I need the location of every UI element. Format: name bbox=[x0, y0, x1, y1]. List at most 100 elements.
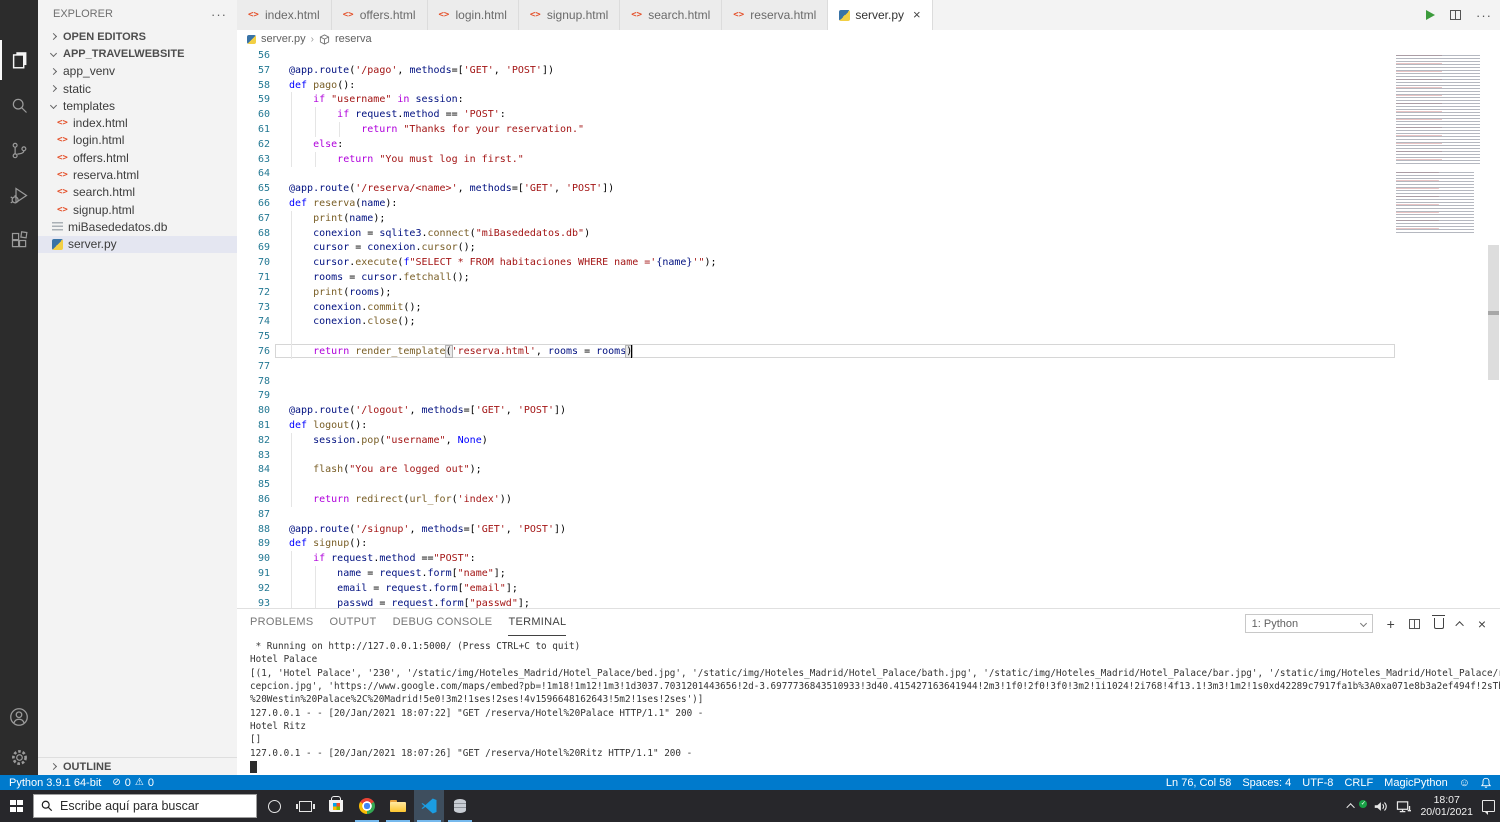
taskbar-app-chrome[interactable] bbox=[352, 790, 382, 822]
problems-status[interactable]: ⊘ 0 ⚠ 0 bbox=[112, 777, 154, 789]
code-line-67[interactable]: 67 print(name); bbox=[237, 210, 1500, 226]
volume-icon[interactable] bbox=[1373, 800, 1388, 813]
code-line-87[interactable]: 87 bbox=[237, 507, 1500, 522]
code-line-85[interactable]: 85 bbox=[237, 477, 1500, 493]
tab-login.html[interactable]: <> login.html bbox=[427, 0, 519, 30]
code-line-90[interactable]: 90 if request.method =="POST": bbox=[237, 551, 1500, 567]
sidebar-item-offers.html[interactable]: <> offers.html bbox=[38, 149, 237, 166]
sidebar-item-static[interactable]: static bbox=[38, 80, 237, 97]
feedback-smiley-icon[interactable]: ☺ bbox=[1459, 777, 1470, 789]
panel-tab-debug-console[interactable]: DEBUG CONSOLE bbox=[393, 609, 493, 636]
explorer-icon[interactable] bbox=[0, 40, 38, 80]
code-line-76[interactable]: 76 return render_template('reserva.html'… bbox=[237, 344, 1500, 359]
split-terminal-icon[interactable] bbox=[1408, 618, 1420, 629]
code-line-68[interactable]: 68 conexion = sqlite3.connect("miBaseded… bbox=[237, 225, 1500, 241]
taskbar-app-vscode[interactable] bbox=[414, 790, 444, 822]
status-item-spaces[interactable]: Spaces: 4 bbox=[1242, 777, 1291, 789]
tab-server.py[interactable]: server.py × bbox=[828, 0, 933, 30]
settings-gear-icon[interactable] bbox=[0, 737, 38, 777]
code-line-62[interactable]: 62 else: bbox=[237, 136, 1500, 152]
code-line-89[interactable]: 89 def signup(): bbox=[237, 536, 1500, 551]
panel-tab-terminal[interactable]: TERMINAL bbox=[508, 609, 567, 636]
tab-signup.html[interactable]: <> signup.html bbox=[518, 0, 621, 30]
code-line-71[interactable]: 71 rooms = cursor.fetchall(); bbox=[237, 270, 1500, 285]
sidebar-item-app_venv[interactable]: app_venv bbox=[38, 63, 237, 80]
open-editors-section[interactable]: OPEN EDITORS bbox=[38, 28, 237, 45]
code-line-93[interactable]: 93 passwd = request.form["passwd"]; bbox=[237, 595, 1500, 608]
code-line-84[interactable]: 84 flash("You are logged out"); bbox=[237, 462, 1500, 478]
sidebar-item-miBasededatos.db[interactable]: miBasededatos.db bbox=[38, 218, 237, 235]
code-line-79[interactable]: 79 bbox=[237, 388, 1500, 403]
start-button[interactable] bbox=[0, 790, 33, 822]
tab-offers.html[interactable]: <> offers.html bbox=[331, 0, 428, 30]
sidebar-item-reserva.html[interactable]: <> reserva.html bbox=[38, 166, 237, 183]
taskbar-app-cortana[interactable] bbox=[259, 790, 289, 822]
notifications-bell-icon[interactable] bbox=[1481, 777, 1491, 788]
tab-index.html[interactable]: <> index.html bbox=[237, 0, 332, 30]
taskbar-app-store[interactable] bbox=[321, 790, 351, 822]
code-line-66[interactable]: 66 def reserva(name): bbox=[237, 196, 1500, 211]
hidden-icons-chevron-icon[interactable] bbox=[1346, 803, 1356, 812]
taskbar-clock[interactable]: 18:07 20/01/2021 bbox=[1420, 794, 1473, 818]
code-line-75[interactable]: 75 bbox=[237, 329, 1500, 345]
terminal-shell-selector[interactable]: 1: Python bbox=[1244, 614, 1373, 633]
code-line-82[interactable]: 82 session.pop("username", None) bbox=[237, 432, 1500, 448]
code-line-83[interactable]: 83 bbox=[237, 447, 1500, 463]
status-item-magicpython[interactable]: MagicPython bbox=[1384, 777, 1448, 789]
run-python-file-icon[interactable] bbox=[1426, 10, 1435, 20]
code-line-77[interactable]: 77 bbox=[237, 359, 1500, 374]
code-line-92[interactable]: 92 email = request.form["email"]; bbox=[237, 580, 1500, 596]
explorer-more-actions-icon[interactable]: ··· bbox=[211, 7, 227, 22]
code-line-61[interactable]: 61 return "Thanks for your reservation." bbox=[237, 122, 1500, 137]
kill-terminal-icon[interactable] bbox=[1432, 615, 1446, 629]
action-center-icon[interactable] bbox=[1482, 800, 1495, 815]
panel-tab-output[interactable]: OUTPUT bbox=[330, 609, 377, 636]
status-item-crlf[interactable]: CRLF bbox=[1344, 777, 1373, 789]
code-line-74[interactable]: 74 conexion.close(); bbox=[237, 314, 1500, 330]
maximize-panel-icon[interactable] bbox=[1455, 620, 1464, 630]
code-line-73[interactable]: 73 conexion.commit(); bbox=[237, 299, 1500, 315]
run-debug-icon[interactable] bbox=[0, 175, 38, 215]
terminal-output[interactable]: * Running on http://127.0.0.1:5000/ (Pre… bbox=[250, 640, 1500, 775]
breadcrumb-file[interactable]: server.py bbox=[261, 33, 306, 45]
panel-tab-problems[interactable]: PROBLEMS bbox=[250, 609, 314, 636]
sidebar-item-templates[interactable]: templates bbox=[38, 97, 237, 114]
close-tab-icon[interactable]: × bbox=[913, 8, 921, 21]
code-line-88[interactable]: 88 @app.route('/signup', methods=['GET', … bbox=[237, 522, 1500, 537]
code-line-57[interactable]: 57 @app.route('/pago', methods=['GET', 'P… bbox=[237, 63, 1500, 78]
search-icon[interactable] bbox=[0, 85, 38, 125]
tab-search.html[interactable]: <> search.html bbox=[620, 0, 723, 30]
code-line-78[interactable]: 78 bbox=[237, 374, 1500, 389]
status-item-utf8[interactable]: UTF-8 bbox=[1302, 777, 1333, 789]
code-editor[interactable]: 56 57 @app.route('/pago', methods=['GET', … bbox=[237, 48, 1500, 608]
code-line-59[interactable]: 59 if "username" in session: bbox=[237, 92, 1500, 108]
code-line-72[interactable]: 72 print(rooms); bbox=[237, 284, 1500, 300]
code-line-80[interactable]: 80 @app.route('/logout', methods=['GET', … bbox=[237, 403, 1500, 418]
account-icon[interactable] bbox=[0, 697, 38, 737]
extensions-icon[interactable] bbox=[0, 220, 38, 260]
status-item-ln[interactable]: Ln 76, Col 58 bbox=[1166, 777, 1231, 789]
sidebar-item-index.html[interactable]: <> index.html bbox=[38, 114, 237, 131]
new-terminal-icon[interactable]: + bbox=[1387, 617, 1395, 631]
code-line-91[interactable]: 91 name = request.form["name"]; bbox=[237, 566, 1500, 581]
code-line-60[interactable]: 60 if request.method == 'POST': bbox=[237, 107, 1500, 123]
close-panel-icon[interactable]: × bbox=[1478, 617, 1486, 631]
taskbar-app-database[interactable] bbox=[445, 790, 475, 822]
taskbar-search[interactable] bbox=[33, 794, 257, 818]
sidebar-item-login.html[interactable]: <> login.html bbox=[38, 132, 237, 149]
code-line-63[interactable]: 63 return "You must log in first." bbox=[237, 151, 1500, 167]
more-actions-icon[interactable]: ··· bbox=[1476, 8, 1492, 23]
code-line-81[interactable]: 81 def logout(): bbox=[237, 418, 1500, 433]
network-icon[interactable] bbox=[1396, 800, 1412, 813]
source-control-icon[interactable] bbox=[0, 130, 38, 170]
code-line-65[interactable]: 65 @app.route('/reserva/<name>', methods=… bbox=[237, 181, 1500, 196]
taskbar-app-file-explorer[interactable] bbox=[383, 790, 413, 822]
code-line-70[interactable]: 70 cursor.execute(f"SELECT * FROM habita… bbox=[237, 255, 1500, 271]
outline-section[interactable]: OUTLINE bbox=[38, 757, 237, 775]
taskbar-app-task-view[interactable] bbox=[290, 790, 320, 822]
search-input[interactable] bbox=[60, 799, 249, 813]
code-line-86[interactable]: 86 return redirect(url_for('index')) bbox=[237, 492, 1500, 507]
code-line-58[interactable]: 58 def pago(): bbox=[237, 78, 1500, 93]
code-line-69[interactable]: 69 cursor = conexion.cursor(); bbox=[237, 240, 1500, 256]
project-root-folder[interactable]: APP_TRAVELWEBSITE bbox=[38, 45, 237, 62]
